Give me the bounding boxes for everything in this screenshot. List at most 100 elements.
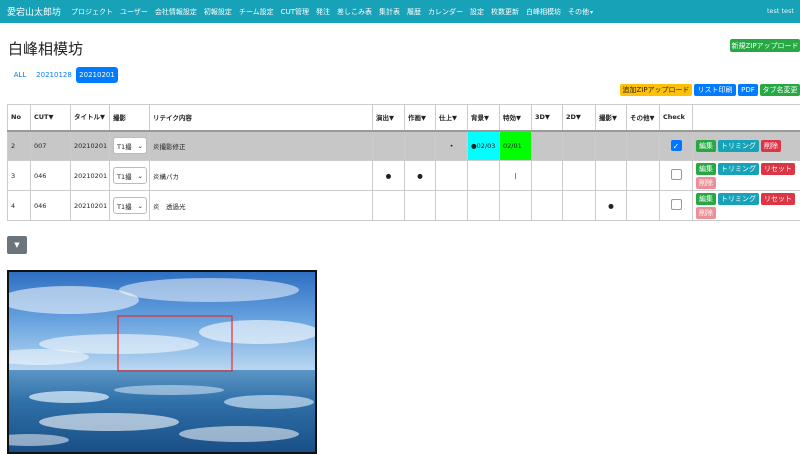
cell-3d <box>531 190 563 221</box>
nav-item-company-settings[interactable]: 会社情報設定 <box>155 7 197 17</box>
shoot-select[interactable]: T1撮 ⌄ <box>113 137 147 155</box>
retake-table: No CUT▼ タイトル▼ 撮影 リテイク内容 演出▼ 作画▼ 仕上▼ 背景▼ … <box>7 104 800 221</box>
trim-button[interactable]: トリミング <box>718 192 759 205</box>
col-retake-content: リテイク内容 <box>149 104 373 132</box>
cell-other <box>626 130 660 161</box>
nav-item-team-settings[interactable]: チーム設定 <box>239 7 274 17</box>
col-photography[interactable]: 撮影▼ <box>595 104 627 132</box>
cell-photography <box>595 160 627 191</box>
cell-effects <box>499 190 532 221</box>
nav-item-cut-management[interactable]: CUT管理 <box>281 7 309 17</box>
tab-20210128[interactable]: 20210128 <box>34 68 74 82</box>
cell-no: 4 <box>7 190 31 221</box>
nav-item-project[interactable]: プロジェクト <box>71 7 113 17</box>
col-other[interactable]: その他▼ <box>626 104 660 132</box>
brand-link[interactable]: 愛宕山太郎坊 <box>7 5 61 18</box>
cell-finish: • <box>435 130 468 161</box>
row-checkbox[interactable] <box>670 199 682 210</box>
cell-shoot: T1撮 ⌄ <box>109 160 150 191</box>
table-row: 3 046 20210201 T1撮 ⌄ 炎構パカ ● ● | 編集 トリミング … <box>7 160 800 191</box>
cell-animation: ● <box>404 160 436 191</box>
nav-item-insert-sheet[interactable]: 差しこみ表 <box>337 7 372 17</box>
trim-button[interactable]: トリミング <box>718 162 759 175</box>
reset-button[interactable]: リセット <box>761 192 795 205</box>
chevron-down-icon: ⌄ <box>137 201 143 210</box>
shoot-select[interactable]: T1撮 ⌄ <box>113 197 147 214</box>
col-background[interactable]: 背景▼ <box>467 104 500 132</box>
cell-cut: 046 <box>30 160 71 191</box>
col-title[interactable]: タイトル▼ <box>70 104 110 132</box>
cell-shoot: T1撮 ⌄ <box>109 130 150 161</box>
col-direction[interactable]: 演出▼ <box>372 104 405 132</box>
cell-cut: 007 <box>30 130 71 161</box>
nav-item-initial-settings[interactable]: 初報設定 <box>204 7 232 17</box>
col-actions <box>692 104 800 132</box>
shoot-select-value: T1撮 <box>117 202 132 211</box>
cell-title: 20210201 <box>70 190 110 221</box>
cell-effects: 02/01 <box>499 130 532 161</box>
tab-all[interactable]: ALL <box>10 68 30 82</box>
nav-item-summary[interactable]: 集計表 <box>379 7 400 17</box>
cell-other <box>626 190 660 221</box>
cell-check: ✓ <box>659 130 693 161</box>
cell-background <box>467 190 500 221</box>
nav-item-count-update[interactable]: 枚数更新 <box>491 7 519 17</box>
cell-content: 炎 透過光 <box>149 190 373 221</box>
row-checkbox[interactable] <box>670 169 682 180</box>
col-effects[interactable]: 特効▼ <box>499 104 532 132</box>
shoot-select[interactable]: T1撮 ⌄ <box>113 167 147 184</box>
delete-button[interactable]: 削除 <box>761 139 781 152</box>
nav-item-settings[interactable]: 設定 <box>470 7 484 17</box>
reset-button[interactable]: リセット <box>761 162 795 175</box>
cell-finish <box>435 190 468 221</box>
cell-content: 炎撮影修正 <box>149 130 373 161</box>
col-animation[interactable]: 作画▼ <box>404 104 436 132</box>
col-cut[interactable]: CUT▼ <box>30 104 71 132</box>
cell-no: 2 <box>7 130 31 161</box>
cell-direction: ● <box>372 160 405 191</box>
nav-item-order[interactable]: 発注 <box>316 7 330 17</box>
cell-2d <box>562 130 596 161</box>
trim-button[interactable]: トリミング <box>718 139 759 152</box>
col-2d[interactable]: 2D▼ <box>562 104 596 132</box>
table-row: 2 007 20210201 T1撮 ⌄ 炎撮影修正 • ●02/03 02/01… <box>7 130 800 161</box>
new-zip-upload-button[interactable]: 新規ZIPアップロード <box>730 39 800 52</box>
edit-button[interactable]: 編集 <box>696 162 716 175</box>
add-zip-upload-button[interactable]: 追加ZIPアップロード <box>620 84 692 96</box>
preview-image[interactable] <box>7 270 317 454</box>
tab-20210201[interactable]: 20210201 <box>76 67 118 83</box>
cell-3d <box>531 130 563 161</box>
cell-no: 3 <box>7 160 31 191</box>
caret-down-icon: ▾ <box>589 8 593 16</box>
chevron-down-icon: ⌄ <box>137 141 143 150</box>
cell-photography: ● <box>595 190 627 221</box>
cell-other <box>626 160 660 191</box>
edit-button[interactable]: 編集 <box>696 139 716 152</box>
cell-title: 20210201 <box>70 160 110 191</box>
list-print-button[interactable]: リスト印刷 <box>694 84 736 96</box>
nav-item-users[interactable]: ユーザー <box>120 7 148 17</box>
col-check: Check <box>659 104 693 132</box>
col-3d[interactable]: 3D▼ <box>531 104 563 132</box>
pdf-button[interactable]: PDF <box>738 84 758 96</box>
cell-background: ●02/03 <box>467 130 500 161</box>
tab-rename-button[interactable]: タブ名変更 <box>760 84 800 96</box>
row-checkbox[interactable]: ✓ <box>670 140 682 152</box>
nav-menu: プロジェクト ユーザー 会社情報設定 初報設定 チーム設定 CUT管理 発注 差… <box>71 7 600 17</box>
col-finish[interactable]: 仕上▼ <box>435 104 468 132</box>
delete-button[interactable]: 削除 <box>696 206 716 219</box>
cell-background <box>467 160 500 191</box>
cell-actions: 編集 トリミング リセット 削除 <box>692 160 800 191</box>
nav-item-history[interactable]: 履歴 <box>407 7 421 17</box>
user-menu[interactable]: test test <box>767 7 794 15</box>
cell-actions: 編集 トリミング リセット 削除 <box>692 190 800 221</box>
nav-item-other-dropdown[interactable]: その他▾ <box>568 7 593 17</box>
table-row: 4 046 20210201 T1撮 ⌄ 炎 透過光 ● 編集 トリミング リセッ… <box>7 190 800 221</box>
nav-item-calendar[interactable]: カレンダー <box>428 7 463 17</box>
edit-button[interactable]: 編集 <box>696 192 716 205</box>
cell-2d <box>562 160 596 191</box>
cell-shoot: T1撮 ⌄ <box>109 190 150 221</box>
expand-toggle-button[interactable]: ▼ <box>7 236 27 254</box>
nav-item-current-project[interactable]: 白峰相模坊 <box>526 7 561 17</box>
delete-button[interactable]: 削除 <box>696 176 716 189</box>
